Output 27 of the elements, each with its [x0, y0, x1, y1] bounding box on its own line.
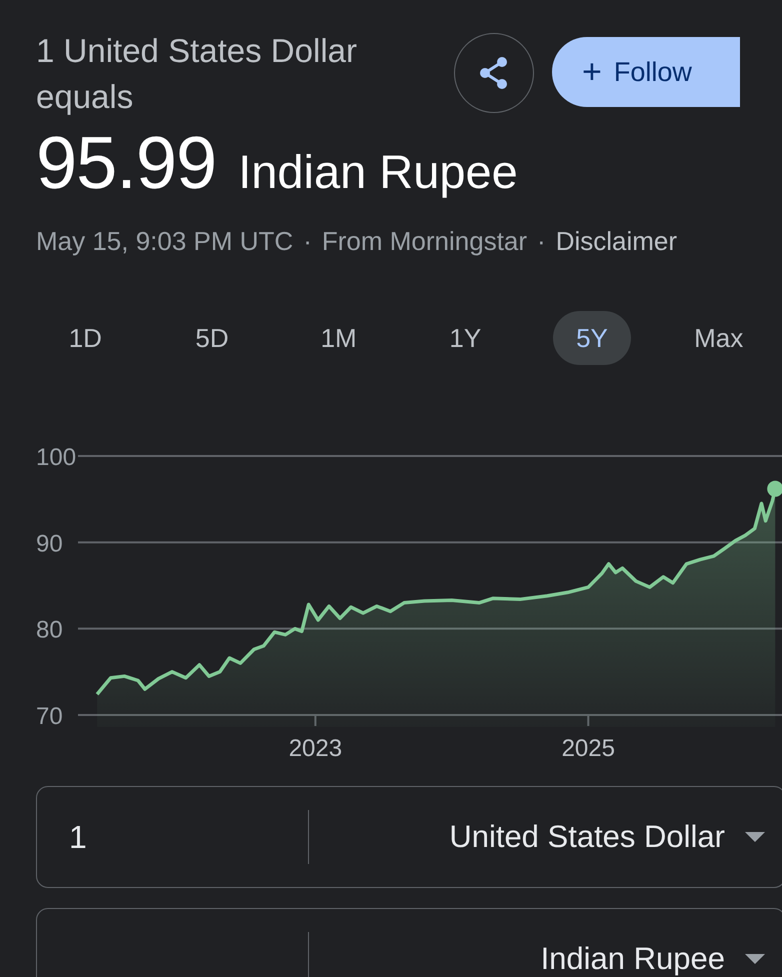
source-info: · — [303, 226, 312, 258]
currency-select[interactable]: United States Dollar — [309, 818, 782, 856]
x-axis-label: 2025 — [562, 735, 615, 762]
y-axis-label: 100 — [36, 444, 76, 472]
conversion-caption: 1 United States Dollar equals — [36, 31, 358, 117]
amount-input[interactable]: 1 — [37, 810, 309, 864]
source-info: · — [537, 226, 546, 258]
currency-select[interactable]: Indian Rupee — [309, 940, 782, 977]
y-axis-label: 80 — [36, 616, 63, 644]
source-info: May 15, 9:03 PM UTC — [36, 226, 294, 258]
y-axis-label: 90 — [36, 530, 63, 558]
share-button[interactable] — [454, 33, 534, 113]
range-tab[interactable]: 5D — [172, 311, 251, 366]
range-tab[interactable]: 1Y — [426, 311, 504, 366]
range-tab[interactable]: 5Y — [552, 311, 631, 366]
follow-button[interactable]: + Follow — [552, 37, 740, 107]
caret-icon — [745, 954, 765, 964]
exchange-rate: 95.99 — [36, 126, 216, 200]
range-tab[interactable]: 1D — [46, 311, 124, 366]
share-icon — [478, 56, 510, 90]
source-info: From Morningstar — [322, 226, 528, 258]
caret-icon — [745, 832, 765, 842]
x-axis-label: 2023 — [288, 735, 342, 762]
disclaimer-link[interactable]: Disclaimer — [556, 226, 678, 258]
y-axis-label: 70 — [36, 703, 63, 730]
range-tab[interactable]: Max — [680, 311, 758, 366]
range-tab[interactable]: 1M — [300, 311, 378, 366]
